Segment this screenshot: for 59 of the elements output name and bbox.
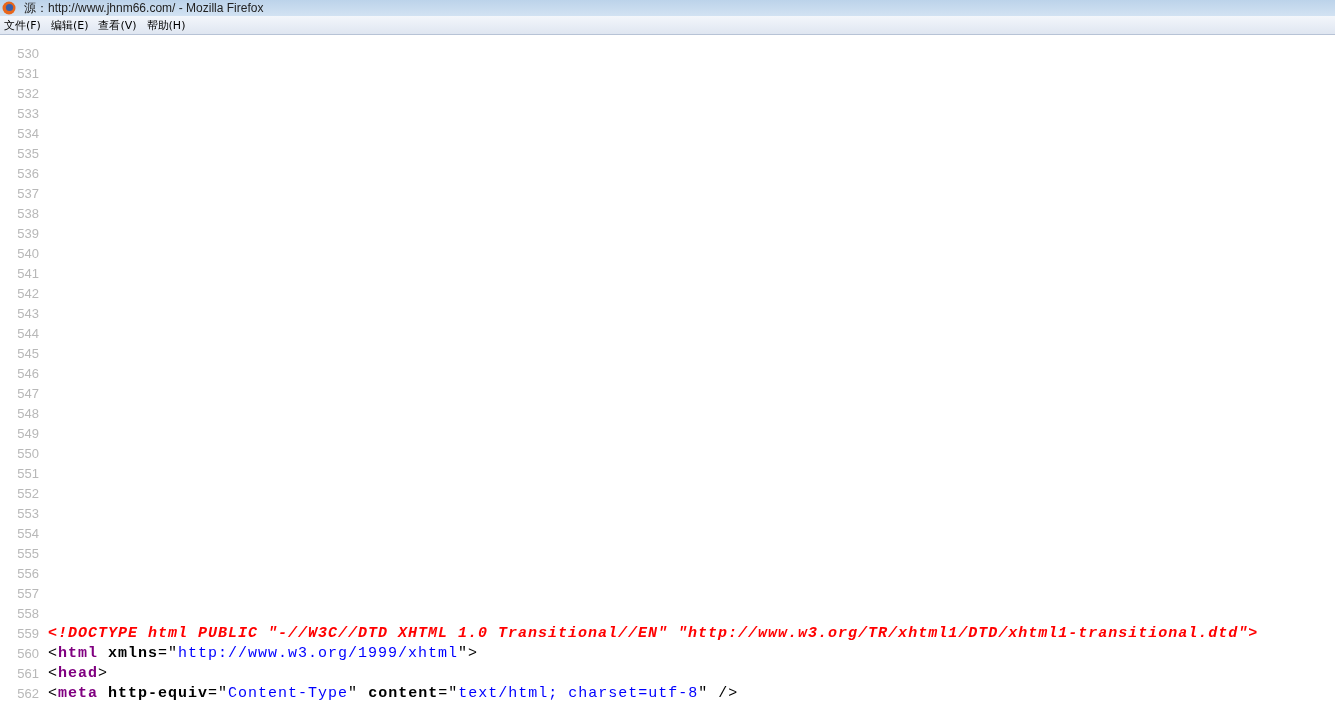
code-punctuation: =": [158, 644, 179, 662]
line-number: 530: [16, 45, 40, 61]
code-punctuation: <: [48, 644, 58, 662]
line-number: 532: [16, 85, 40, 101]
line-number: 543: [16, 305, 40, 321]
code-punctuation: " />: [698, 684, 739, 702]
code-punctuation: <: [48, 684, 58, 702]
attribute-name: http-equiv: [107, 684, 209, 702]
line-number: 537: [16, 185, 40, 201]
attribute-value: http://www.w3.org/1999/xhtml: [178, 644, 459, 662]
line-number: 538: [16, 205, 40, 221]
line-number: 553: [16, 505, 40, 521]
menu-item[interactable]: 编辑(E): [50, 17, 89, 33]
browser-logo-icon: [2, 1, 16, 15]
tag-name: meta: [58, 684, 99, 702]
doctype-text: <!DOCTYPE html PUBLIC "-//W3C//DTD XHTML 1.0 Transitional//EN" "http://www.w3.org/TR/xhtml1/DTD/xhtml1-transitional.dtd">: [48, 624, 1259, 642]
attribute-name: content: [367, 684, 439, 702]
tag-name: head: [58, 664, 99, 682]
line-number: 535: [16, 145, 40, 161]
code-punctuation: ": [348, 684, 359, 702]
line-number: 534: [16, 125, 40, 141]
line-number: 558: [16, 605, 40, 621]
line-number: 556: [16, 565, 40, 581]
line-number: 547: [16, 385, 40, 401]
line-number: 551: [16, 465, 40, 481]
line-number: 552: [16, 485, 40, 501]
menu-item[interactable]: 查看(V): [98, 17, 137, 33]
line-number: 548: [16, 405, 40, 421]
line-number: 557: [16, 585, 40, 601]
attribute-value: text/html; charset=utf-8: [458, 684, 699, 702]
tag-name: html: [58, 644, 99, 662]
code-punctuation: >: [98, 664, 109, 682]
code-punctuation: ">: [458, 644, 479, 662]
window-title: 源：http://www.jhnm66.com/ - Mozilla Firefox: [24, 0, 264, 17]
line-number: 539: [16, 225, 40, 241]
code-punctuation: =": [438, 684, 459, 702]
code-punctuation: <: [48, 664, 58, 682]
line-number: 531: [16, 65, 40, 81]
line-number: 536: [16, 165, 40, 181]
line-number: 561: [16, 665, 40, 681]
line-number: 533: [16, 105, 40, 121]
line-number: 541: [16, 265, 40, 281]
line-number: 560: [16, 645, 40, 661]
line-number: 544: [16, 325, 40, 341]
line-number: 555: [16, 545, 40, 561]
line-number: 554: [16, 525, 40, 541]
code-punctuation: =": [208, 684, 229, 702]
menu-item[interactable]: 帮助(H): [146, 17, 186, 33]
line-number: 545: [16, 345, 40, 361]
line-number: 559: [16, 625, 40, 641]
line-number: 542: [16, 285, 40, 301]
line-number: 546: [16, 365, 40, 381]
line-number: 550: [16, 445, 40, 461]
menu-item[interactable]: 文件(F): [4, 17, 41, 33]
line-number: 540: [16, 245, 40, 261]
line-number: 549: [16, 425, 40, 441]
attribute-value: Content-Type: [228, 684, 349, 702]
attribute-name: xmlns: [107, 644, 159, 662]
line-number: 562: [16, 685, 40, 701]
